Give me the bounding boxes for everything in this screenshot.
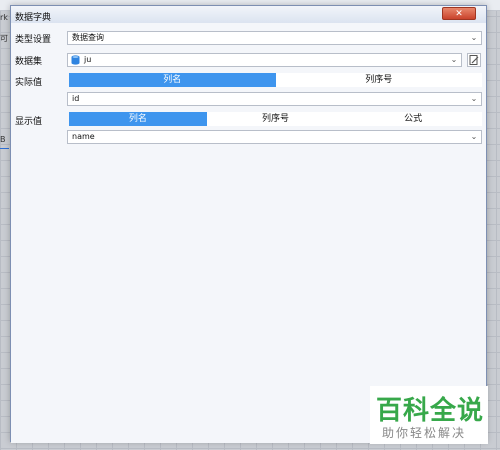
actual-value-label: 实际值 xyxy=(15,78,43,88)
tab-formula[interactable]: 公式 xyxy=(344,112,483,126)
watermark-sub-text: 助你轻松解决 xyxy=(382,426,467,440)
actual-value-select[interactable]: id ⌄ xyxy=(67,92,482,106)
tab-column-name[interactable]: 列名 xyxy=(69,112,207,126)
dialog-content: 类型设置 数据查询 ⌄ 数据集 ju ⌄ 实际值 列名 列序号 id ⌄ 显示值… xyxy=(11,23,486,443)
background-divider xyxy=(0,148,9,149)
dataset-select[interactable]: ju ⌄ xyxy=(67,53,462,67)
background-text: 可 xyxy=(0,34,8,43)
tab-column-index[interactable]: 列序号 xyxy=(206,112,345,126)
tab-column-index[interactable]: 列序号 xyxy=(275,73,482,87)
dialog-titlebar[interactable]: 数据字典 ✕ xyxy=(11,6,486,23)
display-value-select[interactable]: name ⌄ xyxy=(67,130,482,144)
background-text: B xyxy=(0,135,6,144)
watermark-main-text: 百科全说 xyxy=(376,396,485,426)
database-icon xyxy=(71,55,80,65)
dataset-label: 数据集 xyxy=(15,57,43,67)
dialog-title: 数据字典 xyxy=(15,13,52,23)
watermark-logo: 百科全说 助你轻松解决 xyxy=(370,386,488,444)
display-value-field: name xyxy=(72,132,95,141)
chevron-down-icon[interactable]: ⌄ xyxy=(469,93,479,105)
edit-icon xyxy=(469,55,479,65)
close-button[interactable]: ✕ xyxy=(442,7,476,20)
type-setting-label: 类型设置 xyxy=(15,35,52,45)
chevron-down-icon[interactable]: ⌄ xyxy=(469,32,479,44)
actual-value-field: id xyxy=(72,94,80,103)
type-setting-value: 数据查询 xyxy=(72,33,104,42)
display-value-label: 显示值 xyxy=(15,117,43,127)
display-value-mode-tabs: 列名 列序号 公式 xyxy=(69,112,483,126)
chevron-down-icon[interactable]: ⌄ xyxy=(449,54,459,66)
dataset-value: ju xyxy=(84,55,92,64)
background-text: rk xyxy=(0,13,8,22)
edit-dataset-button[interactable] xyxy=(467,53,481,67)
chevron-down-icon[interactable]: ⌄ xyxy=(469,131,479,143)
actual-value-mode-tabs: 列名 列序号 xyxy=(69,73,482,87)
tab-column-name[interactable]: 列名 xyxy=(69,73,276,87)
data-dictionary-dialog: 数据字典 ✕ 类型设置 数据查询 ⌄ 数据集 ju ⌄ 实际值 列名 列序号 i… xyxy=(10,5,487,443)
type-setting-select[interactable]: 数据查询 ⌄ xyxy=(67,31,482,45)
